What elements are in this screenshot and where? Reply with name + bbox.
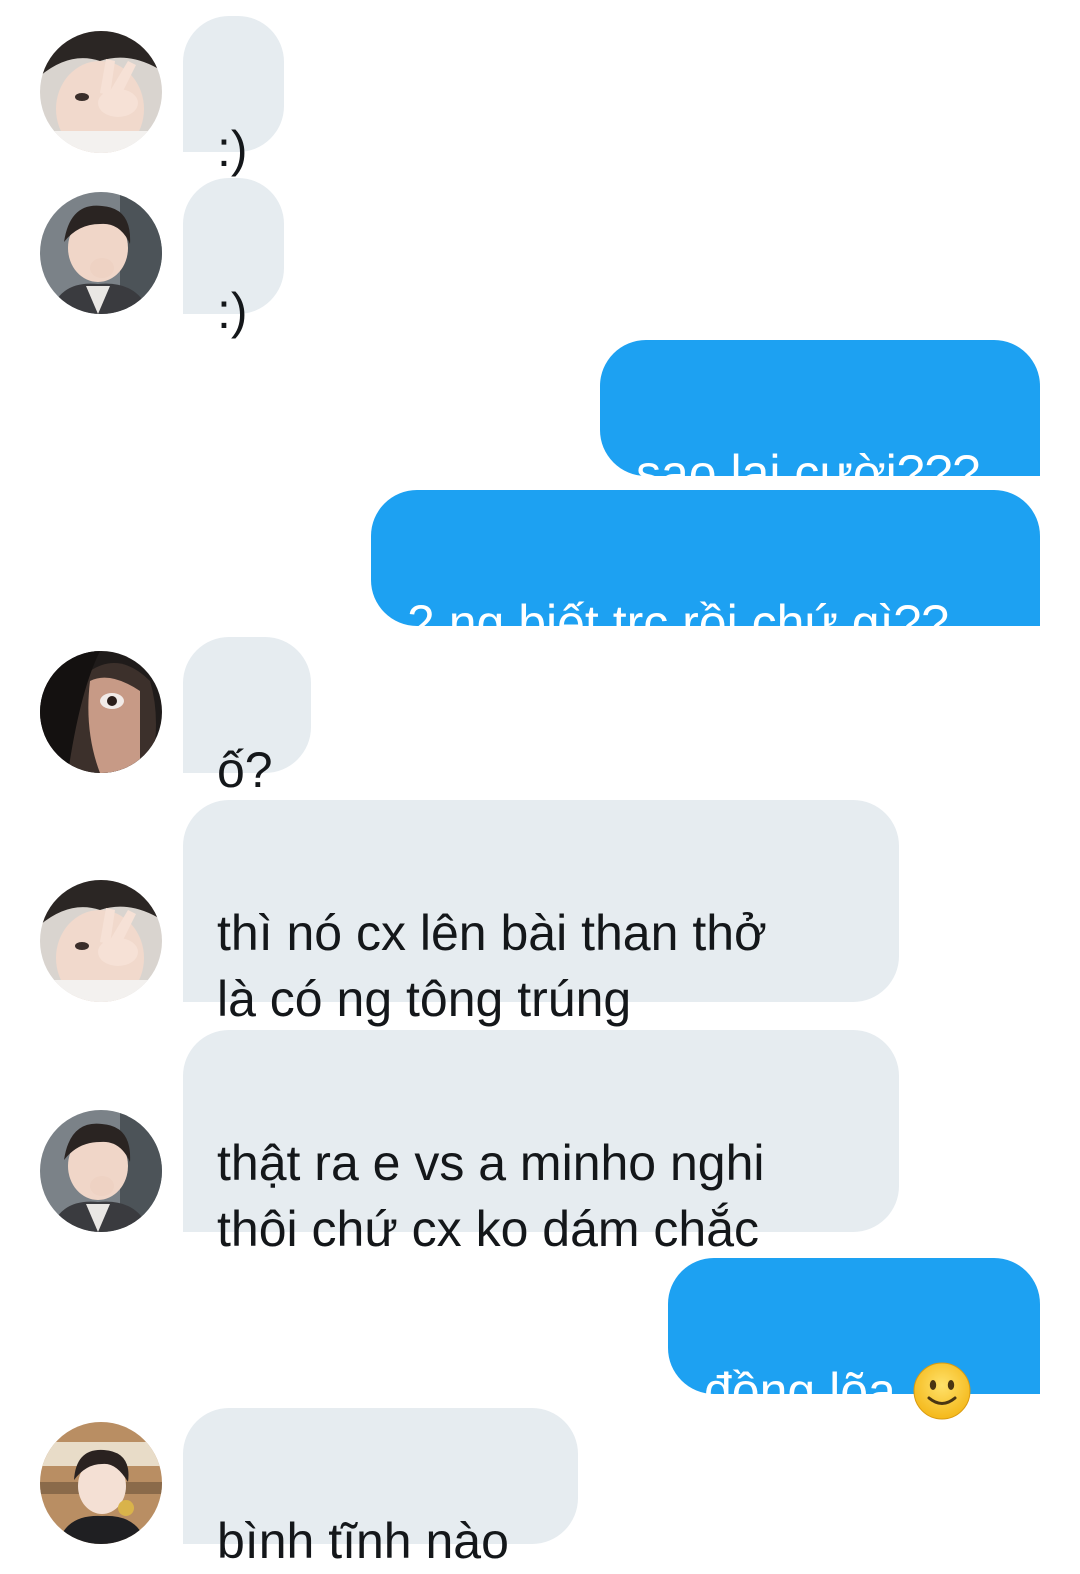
avatar-hand-on-chin[interactable]	[40, 192, 162, 314]
slightly-smiling-face-emoji	[912, 1361, 972, 1421]
message-text: thật ra e vs a minho nghi thôi chứ cx ko…	[217, 1135, 765, 1257]
message-text: thì nó cx lên bài than thở là có ng tông…	[217, 905, 767, 1027]
message-bubble-incoming[interactable]: ố?	[183, 637, 311, 798]
message-text: bình tĩnh nào	[217, 1513, 509, 1569]
message-text: :)	[217, 283, 248, 339]
avatar-peace-sign[interactable]	[40, 31, 162, 153]
message-text: ố?	[217, 742, 273, 798]
message-bubble-incoming[interactable]: thì nó cx lên bài than thở là có ng tông…	[183, 800, 899, 1027]
message-text: đồng lõa	[704, 1363, 896, 1419]
avatar-hooded-closeup[interactable]	[40, 651, 162, 773]
message-bubble-incoming[interactable]: thật ra e vs a minho nghi thôi chứ cx ko…	[183, 1030, 899, 1257]
message-bubble-outgoing[interactable]: 2 ng biết trc rồi chứ gì??	[371, 490, 1040, 651]
message-bubble-outgoing[interactable]: sao lại cười???	[600, 340, 1040, 501]
message-text: :)	[217, 121, 248, 177]
avatar-hand-on-chin[interactable]	[40, 1110, 162, 1232]
avatar-train-selfie[interactable]	[40, 1422, 162, 1544]
message-bubble-outgoing[interactable]: đồng lõa	[668, 1258, 1040, 1420]
message-bubble-incoming[interactable]: bình tĩnh nào	[183, 1408, 578, 1569]
avatar-peace-sign[interactable]	[40, 880, 162, 1002]
message-bubble-incoming[interactable]: :)	[183, 178, 284, 339]
message-text: 2 ng biết trc rồi chứ gì??	[407, 595, 950, 651]
message-bubble-incoming[interactable]: :)	[183, 16, 284, 177]
